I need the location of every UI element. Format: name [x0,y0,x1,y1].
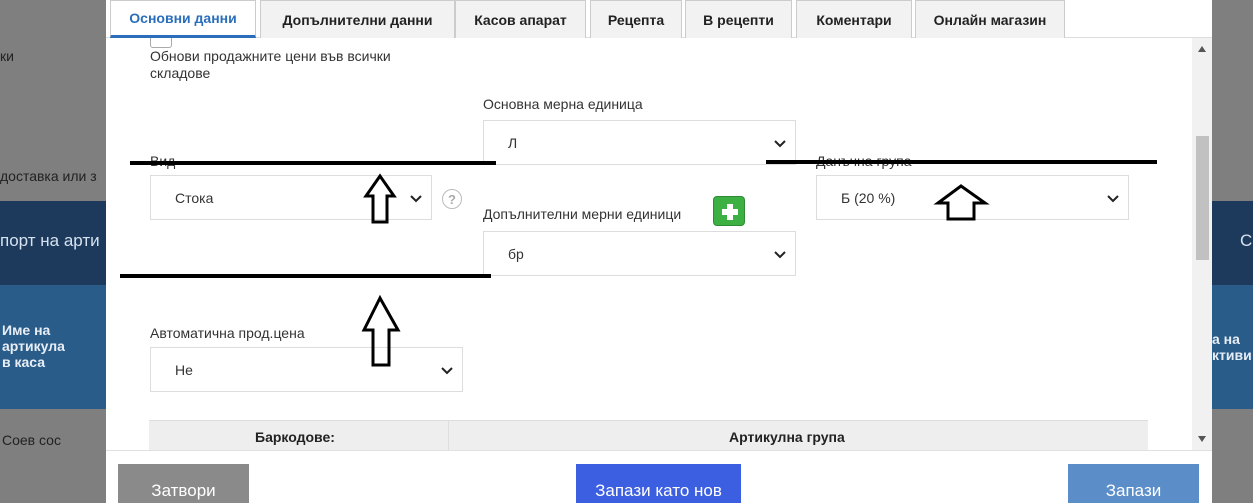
chevron-down-icon [774,140,786,148]
vertical-scrollbar[interactable] [1192,38,1212,450]
auto-price-label: Автоматична прод.цена [150,325,305,341]
article-edit-modal: Основни данни Допълнителни данни Касов а… [106,0,1212,503]
tab-recipe[interactable]: Рецепта [590,0,682,38]
tab-main-data[interactable]: Основни данни [110,0,256,38]
background-column-header: Име на [2,322,51,338]
add-unit-plus-icon[interactable] [713,196,745,226]
background-column-header: артикула [2,338,65,354]
extra-units-value: бр [508,245,524,262]
extra-units-label: Допълнителни мерни единици [483,206,682,222]
barcodes-header: Баркодове: [255,429,335,445]
save-button[interactable]: Запази [1068,464,1199,503]
tab-bar: Основни данни Допълнителни данни Касов а… [106,0,1212,38]
background-text: доставка или з [0,168,97,184]
background-row-text: Соев сос [2,432,61,448]
background-column-header: а на [1212,331,1240,347]
update-prices-label-wrap: складове [150,65,211,81]
scroll-thumb[interactable] [1196,136,1209,260]
article-group-header: Артикулна група [729,429,845,445]
help-icon[interactable]: ? [442,189,462,209]
type-value: Стока [175,189,214,206]
chevron-down-icon [1107,195,1119,203]
column-divider [448,421,449,450]
close-button[interactable]: Затвори [118,464,249,503]
main-unit-select[interactable]: Л [483,120,796,165]
chevron-down-icon [410,195,422,203]
tax-group-value: Б (20 %) [841,189,896,206]
auto-price-value: Не [175,361,193,378]
update-prices-label: Обнови продажните цени във всички [150,48,391,64]
chevron-down-icon [441,367,453,375]
tab-additional-data[interactable]: Допълнителни данни [260,0,455,38]
tax-group-select[interactable]: Б (20 %) [816,175,1129,220]
save-as-new-button[interactable]: Запази като нов [576,464,741,503]
tab-comments[interactable]: Коментари [796,0,912,38]
auto-price-select[interactable]: Не [150,347,463,392]
background-text: ки [0,48,14,64]
scroll-up-arrow-icon[interactable] [1198,46,1206,52]
main-unit-label: Основна мерна единица [483,96,643,112]
tab-cash-register[interactable]: Касов апарат [455,0,586,38]
background-title: порт на арти [0,231,100,250]
scroll-down-arrow-icon[interactable] [1198,436,1206,442]
extra-units-select[interactable]: бр [483,231,796,276]
type-select[interactable]: Стока [150,175,432,220]
barcodes-table-header: Баркодове: Артикулна група [149,420,1148,450]
tab-online-store[interactable]: Онлайн магазин [915,0,1065,38]
type-label: Вид [150,153,176,169]
background-column-header: ктиви [1212,347,1252,363]
background-column-header: в каса [2,354,46,370]
tab-in-recipes[interactable]: В рецепти [685,0,792,38]
form-content: Обнови продажните цени във всички складо… [106,38,1192,450]
tax-group-label: Данъчна група [816,153,912,169]
update-prices-checkbox[interactable] [150,38,172,48]
background-title-right: С [1240,231,1253,250]
modal-footer: Затвори Запази като нов Запази [106,450,1212,503]
chevron-down-icon [774,251,786,259]
main-unit-value: Л [508,134,518,151]
